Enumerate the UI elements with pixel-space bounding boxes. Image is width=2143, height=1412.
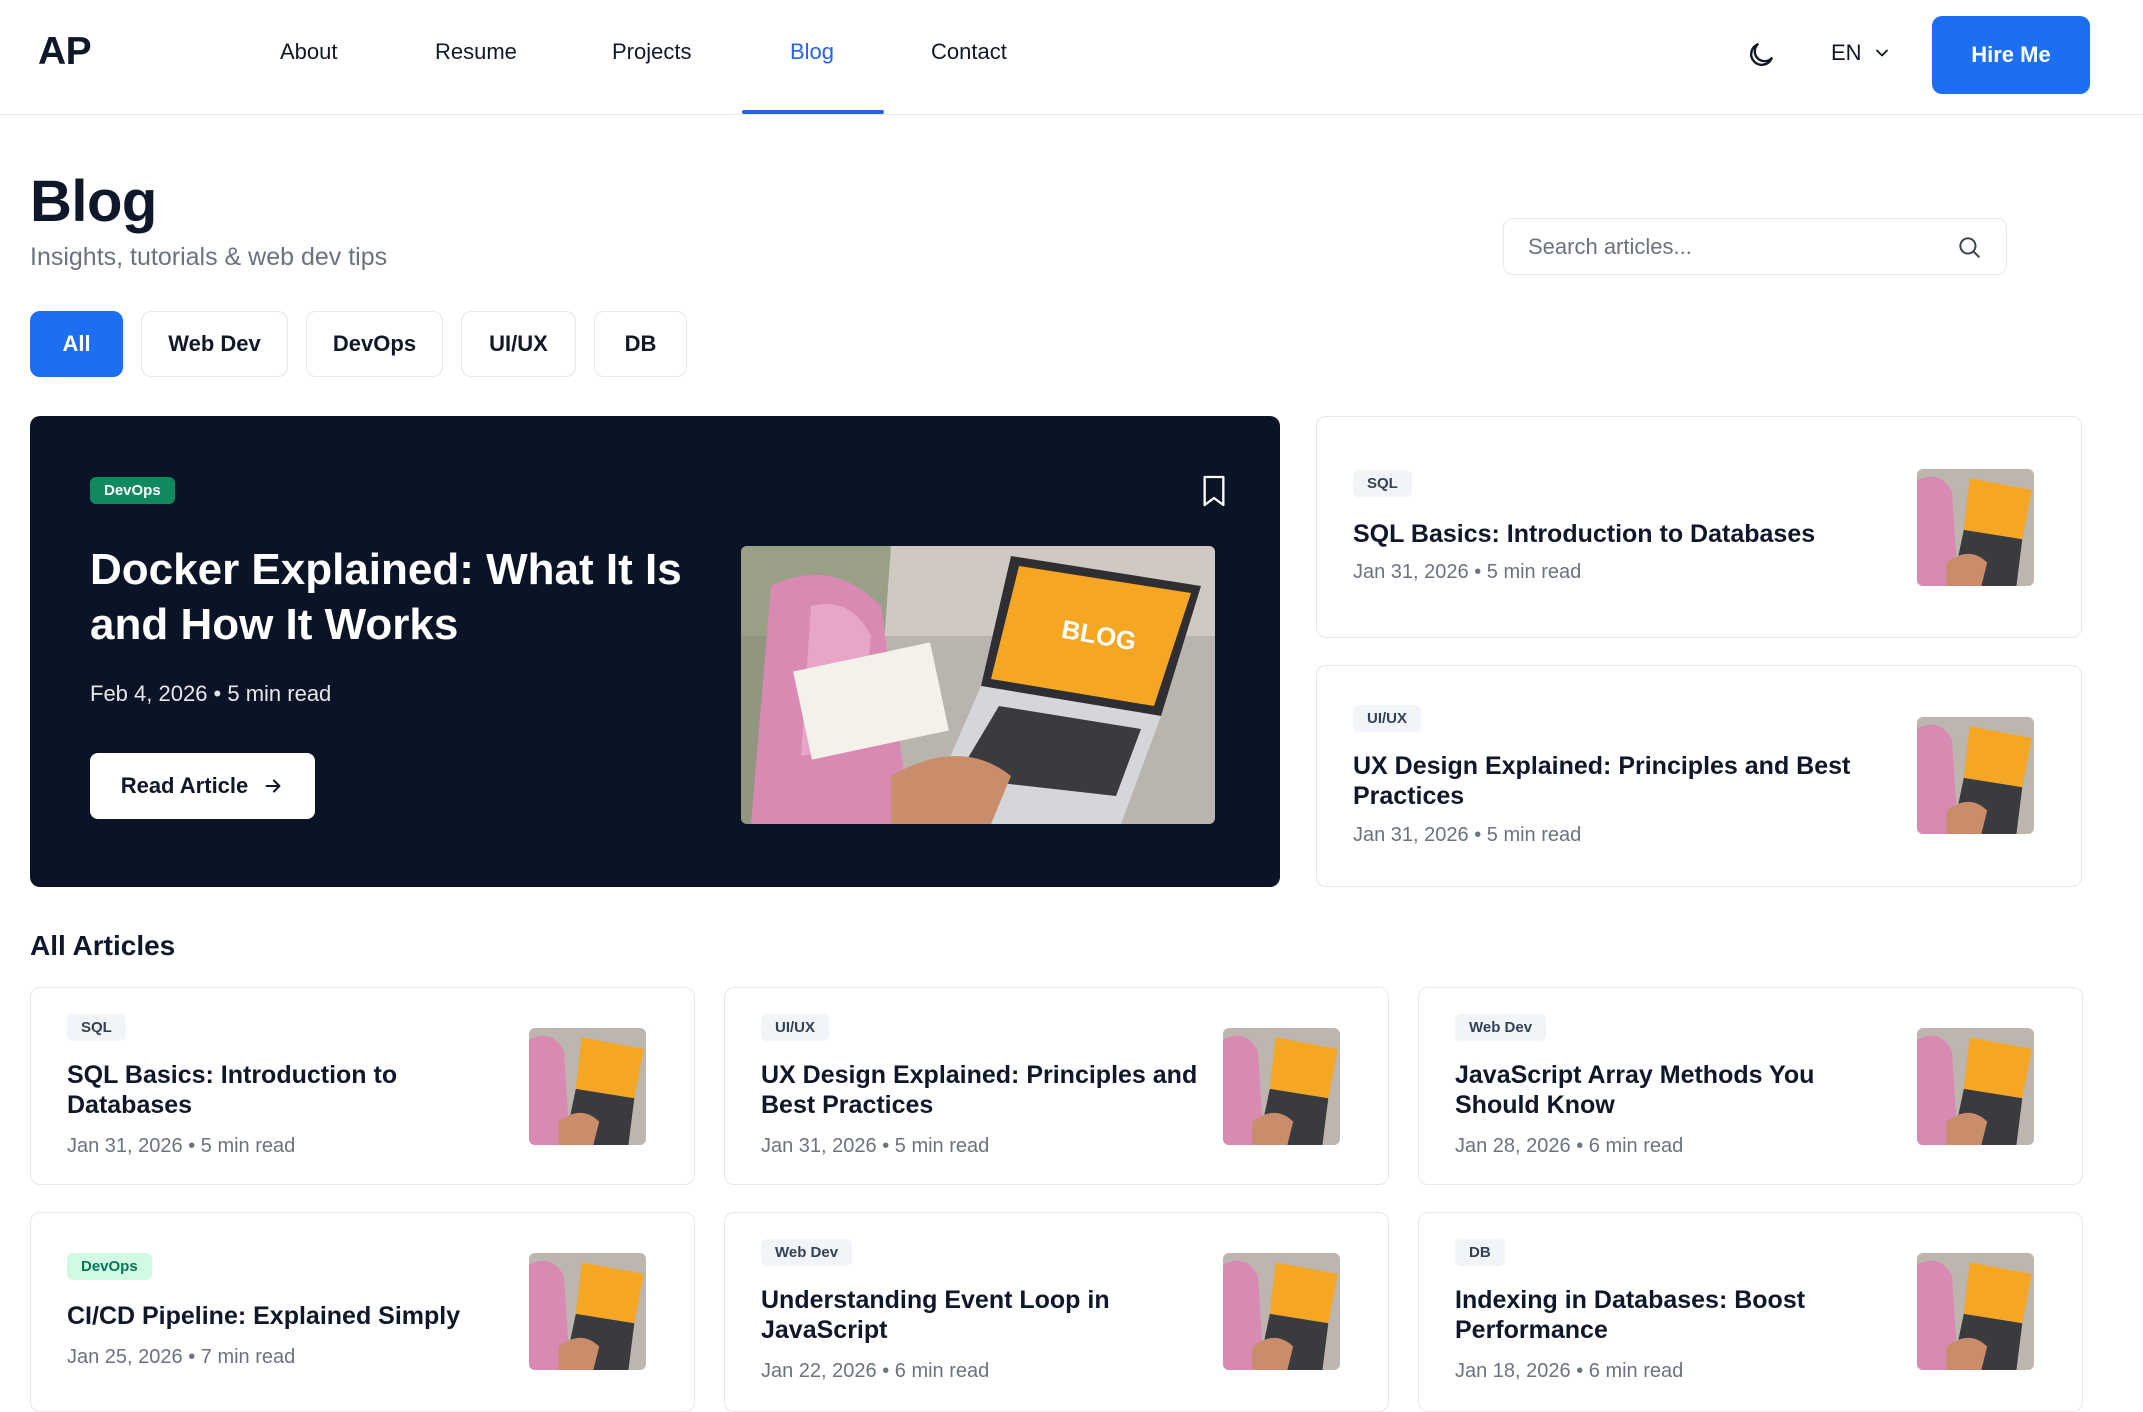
article-title[interactable]: SQL Basics: Introduction to Databases <box>67 1060 507 1120</box>
active-nav-indicator <box>742 110 884 114</box>
read-article-label: Read Article <box>120 773 249 798</box>
bookmark-icon[interactable] <box>1200 474 1228 508</box>
article-tag: UI/UX <box>761 1014 830 1041</box>
featured-meta: Feb 4, 2026 • 5 min read <box>90 681 332 706</box>
language-selector[interactable]: EN <box>1831 40 1892 66</box>
article-card[interactable]: SQL SQL Basics: Introduction to Database… <box>30 987 695 1185</box>
article-thumbnail <box>1223 1253 1340 1370</box>
article-meta: Jan 25, 2026 • 7 min read <box>67 1346 296 1368</box>
page-subtitle: Insights, tutorials & web dev tips <box>30 243 388 271</box>
article-title[interactable]: UX Design Explained: Principles and Best… <box>761 1060 1201 1120</box>
article-title[interactable]: Indexing in Databases: Boost Performance <box>1455 1285 1895 1345</box>
site-logo[interactable]: AP <box>38 30 92 74</box>
nav-blog[interactable]: Blog <box>790 39 834 65</box>
article-thumbnail <box>1917 1253 2034 1370</box>
search-box <box>1503 218 2007 275</box>
article-thumbnail <box>1917 1028 2034 1145</box>
article-meta: Jan 28, 2026 • 6 min read <box>1455 1135 1684 1157</box>
article-tag: SQL <box>1353 470 1412 497</box>
article-card[interactable]: DB Indexing in Databases: Boost Performa… <box>1418 1212 2083 1412</box>
filter-db[interactable]: DB <box>594 311 687 377</box>
featured-title[interactable]: Docker Explained: What It Is and How It … <box>90 542 710 652</box>
article-meta: Jan 18, 2026 • 6 min read <box>1455 1360 1684 1382</box>
article-title[interactable]: SQL Basics: Introduction to Databases <box>1353 519 1873 549</box>
article-title[interactable]: Understanding Event Loop in JavaScript <box>761 1285 1201 1345</box>
article-tag: Web Dev <box>761 1239 853 1266</box>
featured-image: BLOG <box>741 546 1215 824</box>
article-tag: Web Dev <box>1455 1014 1547 1041</box>
article-tag: DB <box>1455 1239 1505 1266</box>
nav-about[interactable]: About <box>280 39 338 65</box>
featured-tag: DevOps <box>90 477 175 504</box>
side-article-card[interactable]: UI/UX UX Design Explained: Principles an… <box>1316 665 2082 887</box>
article-tag: UI/UX <box>1353 705 1422 732</box>
article-meta: Jan 31, 2026 • 5 min read <box>1353 561 1582 583</box>
article-thumbnail <box>1917 469 2034 586</box>
article-card[interactable]: UI/UX UX Design Explained: Principles an… <box>724 987 1389 1185</box>
article-thumbnail <box>1223 1028 1340 1145</box>
read-article-button[interactable]: Read Article <box>90 753 315 819</box>
arrow-right-icon <box>265 779 281 793</box>
article-title[interactable]: JavaScript Array Methods You Should Know <box>1455 1060 1895 1120</box>
search-input[interactable] <box>1528 233 1948 260</box>
article-meta: Jan 31, 2026 • 5 min read <box>761 1135 990 1157</box>
nav-contact[interactable]: Contact <box>931 39 1007 65</box>
filter-web-dev[interactable]: Web Dev <box>141 311 288 377</box>
all-articles-heading: All Articles <box>30 930 176 961</box>
filter-devops[interactable]: DevOps <box>306 311 443 377</box>
article-tag: SQL <box>67 1014 126 1041</box>
article-card[interactable]: DevOps CI/CD Pipeline: Explained Simply … <box>30 1212 695 1412</box>
language-label: EN <box>1831 40 1862 65</box>
article-card[interactable]: Web Dev JavaScript Array Methods You Sho… <box>1418 987 2083 1185</box>
article-meta: Jan 31, 2026 • 5 min read <box>1353 824 1582 846</box>
page-title: Blog <box>30 169 157 234</box>
side-article-card[interactable]: SQL SQL Basics: Introduction to Database… <box>1316 416 2082 638</box>
article-meta: Jan 31, 2026 • 5 min read <box>67 1135 296 1157</box>
article-thumbnail <box>529 1253 646 1370</box>
featured-article[interactable]: DevOps Docker Explained: What It Is and … <box>30 416 1280 887</box>
article-title[interactable]: UX Design Explained: Principles and Best… <box>1353 751 1873 811</box>
article-title[interactable]: CI/CD Pipeline: Explained Simply <box>67 1301 507 1331</box>
dark-mode-toggle[interactable] <box>1745 39 1777 71</box>
article-tag: DevOps <box>67 1253 152 1280</box>
filter-all[interactable]: All <box>30 311 123 377</box>
article-thumbnail <box>529 1028 646 1145</box>
nav-projects[interactable]: Projects <box>612 39 691 65</box>
search-icon[interactable] <box>1956 234 1982 260</box>
nav-resume[interactable]: Resume <box>435 39 517 65</box>
filter-ui-ux[interactable]: UI/UX <box>461 311 576 377</box>
top-navbar: AP About Resume Projects Blog Contact EN… <box>0 0 2143 115</box>
article-card[interactable]: Web Dev Understanding Event Loop in Java… <box>724 1212 1389 1412</box>
chevron-down-icon <box>1875 49 1888 57</box>
article-thumbnail <box>1917 717 2034 834</box>
moon-icon <box>1750 43 1773 66</box>
article-meta: Jan 22, 2026 • 6 min read <box>761 1360 990 1382</box>
hire-me-button[interactable]: Hire Me <box>1932 16 2090 94</box>
